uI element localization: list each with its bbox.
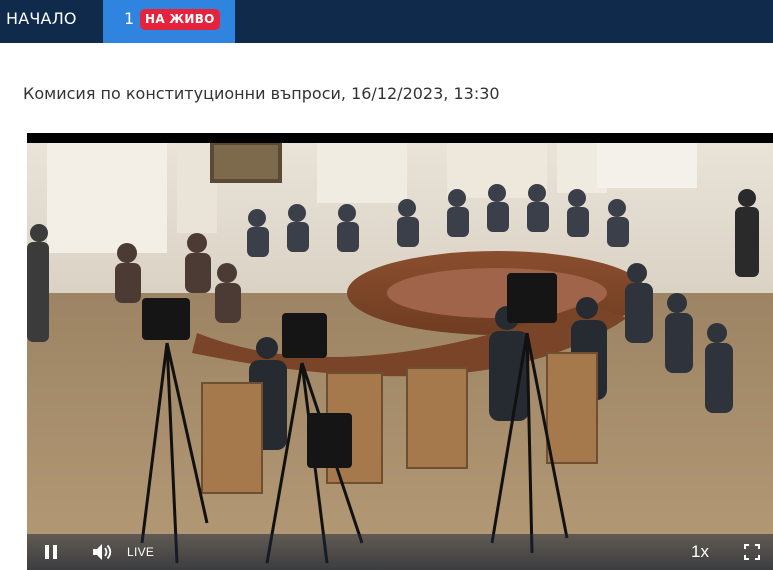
- player-controls: LIVE 1x: [27, 534, 773, 570]
- nav-home-link[interactable]: НАЧАЛО: [0, 0, 103, 43]
- playback-speed-button[interactable]: 1x: [685, 534, 715, 570]
- live-stream-number: 1: [124, 9, 135, 28]
- video-player[interactable]: LIVE 1x: [27, 133, 773, 570]
- volume-icon: [93, 544, 112, 560]
- pause-icon: [45, 545, 57, 559]
- live-indicator[interactable]: LIVE: [127, 534, 154, 570]
- nav-live-tab[interactable]: 1 НА ЖИВО: [103, 0, 235, 43]
- volume-button[interactable]: [89, 534, 117, 570]
- session-title: Комисия по конституционни въпроси, 16/12…: [23, 84, 500, 103]
- fullscreen-icon: [744, 544, 760, 560]
- video-frame: [27, 143, 773, 570]
- live-badge: НА ЖИВО: [140, 9, 220, 30]
- pause-button[interactable]: [39, 534, 63, 570]
- fullscreen-button[interactable]: [741, 534, 763, 570]
- top-navigation: НАЧАЛО 1 НА ЖИВО: [0, 0, 773, 43]
